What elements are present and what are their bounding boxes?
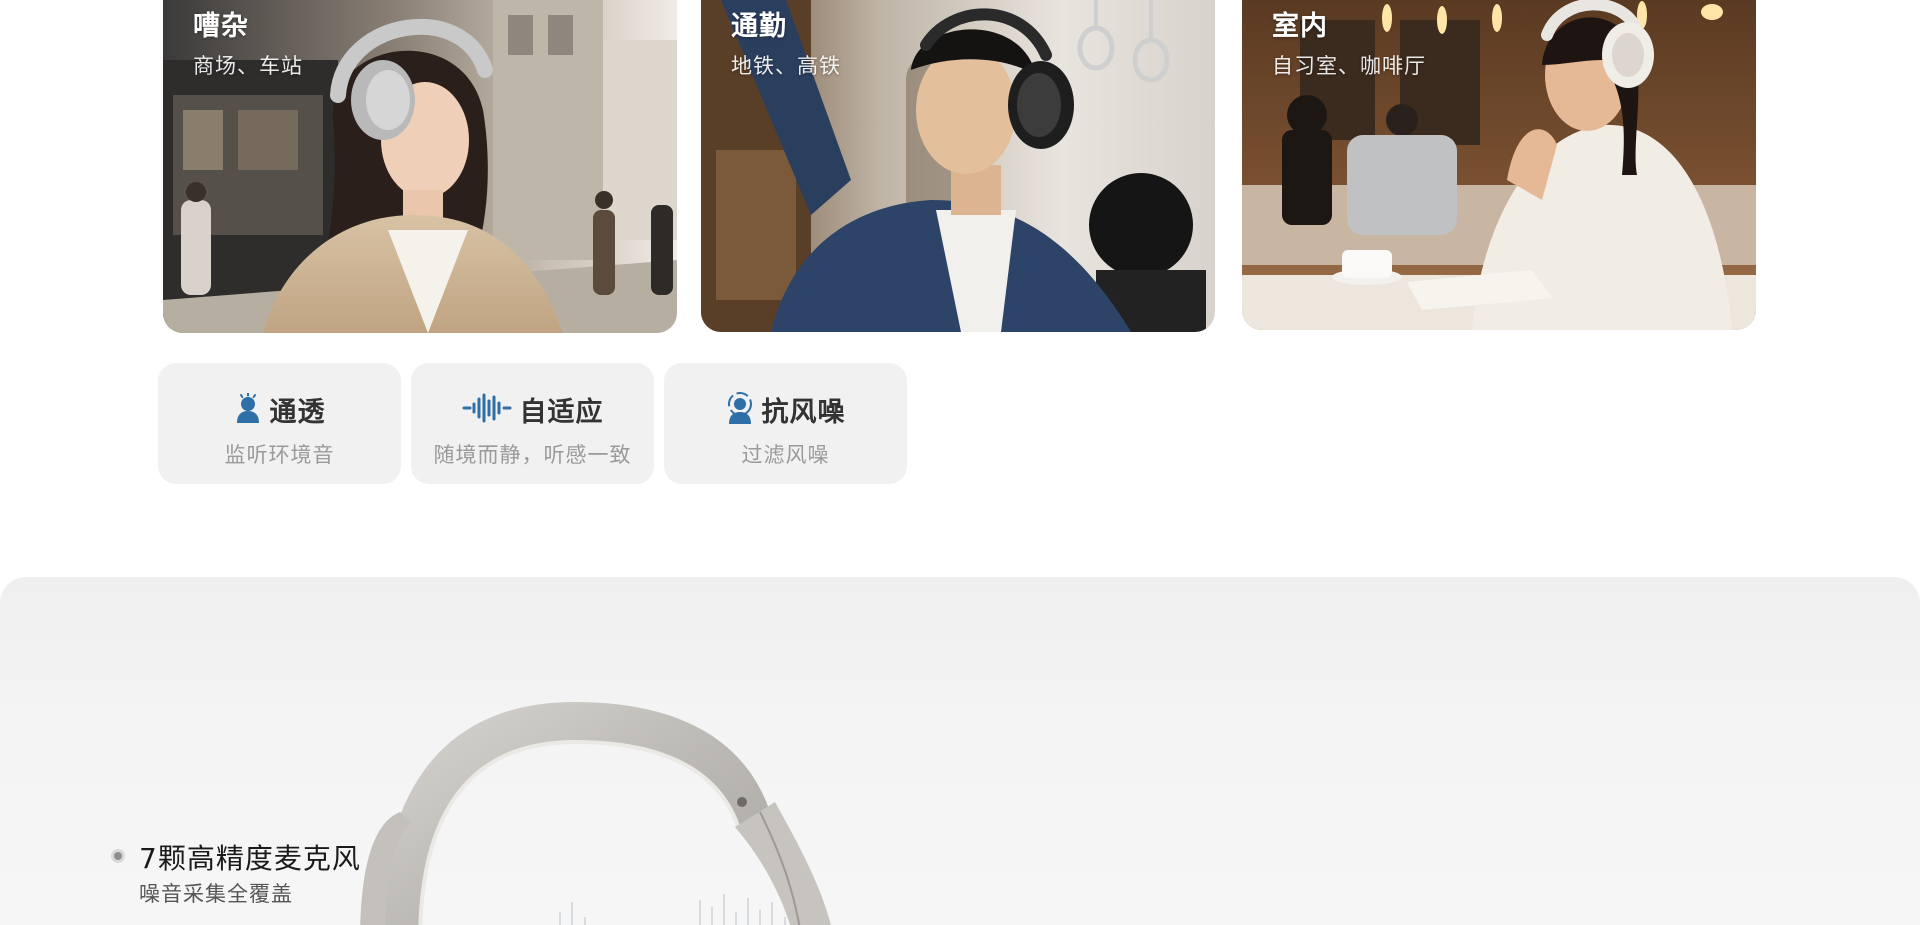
- scene-title: 通勤: [731, 11, 787, 42]
- mode-name: 通透: [269, 397, 326, 428]
- feature-subtitle: 噪音采集全覆盖: [139, 882, 293, 906]
- mode-chip-adaptive[interactable]: 自适应 随境而静，听感一致: [411, 363, 654, 484]
- scene-card-noisy: 嘈杂 商场、车站: [163, 0, 677, 333]
- feature-bullet-dot: [111, 849, 125, 863]
- microphone-section: 7颗高精度麦克风 噪音采集全覆盖: [0, 577, 1920, 925]
- scene-card-commute: 通勤 地铁、高铁: [701, 0, 1215, 332]
- scene-title: 室内: [1272, 11, 1328, 42]
- mode-chip-wind[interactable]: 抗风噪 过滤风噪: [664, 363, 907, 484]
- mode-name: 抗风噪: [761, 397, 846, 428]
- scene-subtitle: 地铁、高铁: [731, 54, 841, 78]
- person-wind-icon: [726, 391, 754, 428]
- mode-description: 监听环境音: [224, 443, 335, 467]
- mode-chip-header: 抗风噪: [664, 390, 907, 429]
- mode-description: 随境而静，听感一致: [433, 443, 632, 467]
- page: 嘈杂 商场、车站 通勤 地铁、高铁 室内 自习室、咖啡厅 通透 监听环境音 自适…: [0, 0, 1920, 925]
- scene-subtitle: 自习室、咖啡厅: [1272, 54, 1426, 78]
- scene-title: 嘈杂: [193, 11, 249, 42]
- mode-chip-header: 通透: [158, 390, 401, 429]
- scene-card-indoor: 室内 自习室、咖啡厅: [1242, 0, 1756, 330]
- scene-subtitle: 商场、车站: [193, 54, 303, 78]
- mode-chip-header: 自适应: [411, 390, 654, 429]
- person-sound-icon: [234, 391, 262, 427]
- feature-title: 7颗高精度麦克风: [139, 842, 361, 875]
- waveform-icon: [462, 393, 512, 427]
- mode-chip-transparent[interactable]: 通透 监听环境音: [158, 363, 401, 484]
- mode-name: 自适应: [519, 397, 604, 428]
- headphone-product-image: [360, 702, 831, 925]
- mode-description: 过滤风噪: [741, 443, 830, 467]
